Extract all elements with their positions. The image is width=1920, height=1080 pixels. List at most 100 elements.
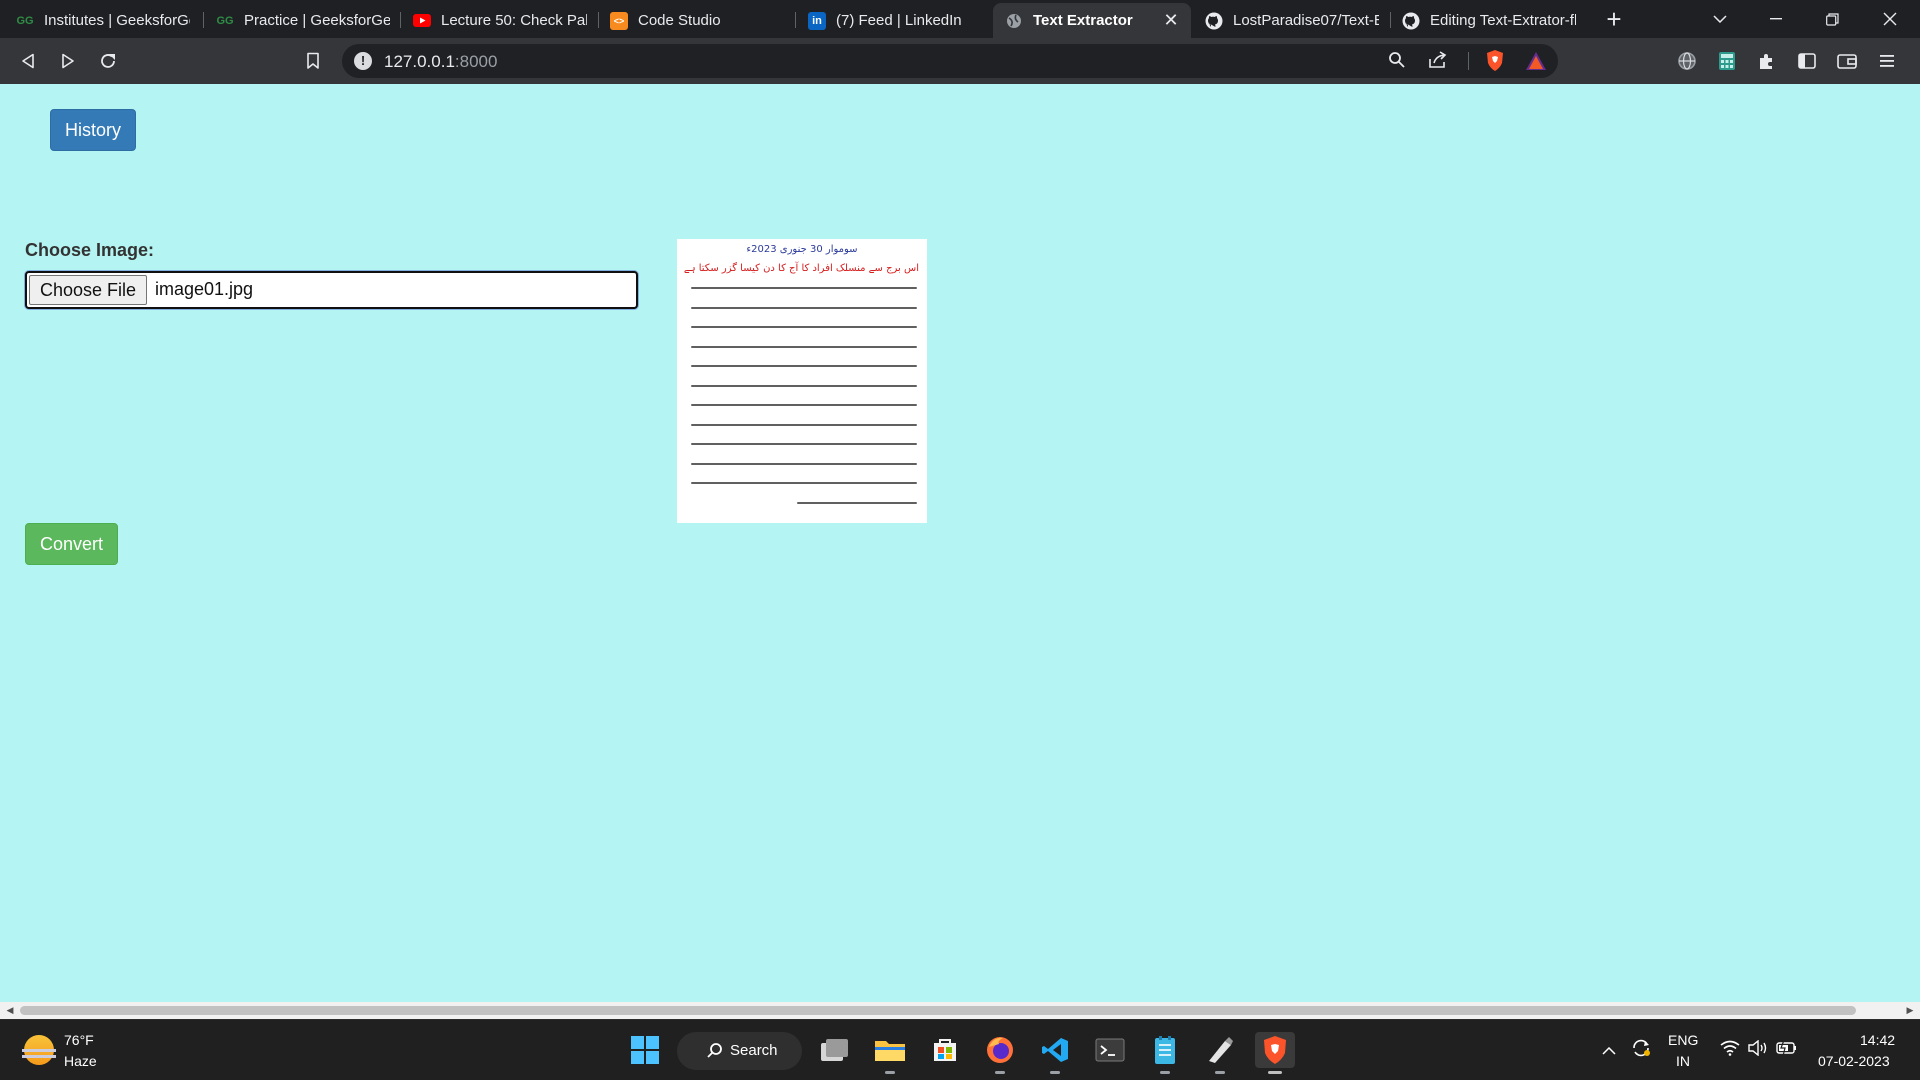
- extensions-puzzle-icon[interactable]: [1753, 47, 1781, 75]
- tab-title: Lecture 50: Check Palin: [441, 12, 587, 29]
- tab-github-editing[interactable]: Editing Text-Extrator-fl: [1390, 3, 1586, 38]
- close-tab-icon[interactable]: ✕: [1161, 10, 1181, 31]
- tab-lecture-50-youtube[interactable]: Lecture 50: Check Palin: [401, 3, 597, 38]
- preview-text-line: [691, 404, 917, 406]
- history-button[interactable]: History: [50, 109, 136, 151]
- snipping-tool-icon[interactable]: [1202, 1032, 1238, 1074]
- tab-practice-geeksforgeeks[interactable]: GG Practice | GeeksforGee: [204, 3, 400, 38]
- preview-text-line: [691, 443, 917, 445]
- terminal-icon[interactable]: [1092, 1032, 1128, 1068]
- running-indicator: [1268, 1071, 1282, 1074]
- preview-headline: اس برج سے منسلک افراد کا آج کا دن کیسا گ…: [683, 263, 919, 274]
- share-icon[interactable]: [1428, 51, 1448, 74]
- start-windows-icon[interactable]: [627, 1032, 663, 1068]
- zoom-search-icon[interactable]: [1388, 51, 1406, 74]
- brave-browser-icon[interactable]: [1255, 1032, 1295, 1074]
- url-host: 127.0.0.1: [384, 52, 455, 71]
- preview-date-line: سوموار 30 جنوری 2023ء: [746, 244, 858, 255]
- file-explorer-icon[interactable]: [872, 1032, 908, 1074]
- weather-temperature: 76°F: [64, 1032, 94, 1048]
- language-indicator-bottom[interactable]: IN: [1676, 1053, 1690, 1069]
- convert-button[interactable]: Convert: [25, 523, 118, 565]
- running-indicator: [995, 1071, 1005, 1074]
- tab-linkedin-feed[interactable]: in (7) Feed | LinkedIn: [796, 3, 992, 38]
- vscode-icon[interactable]: [1037, 1032, 1073, 1074]
- tab-code-studio[interactable]: <> Code Studio: [598, 3, 794, 38]
- running-indicator: [1215, 1071, 1225, 1074]
- windows-taskbar: 76°F Haze Search ENG IN 14:42 07-02-2023: [0, 1019, 1920, 1080]
- tab-institutes-geeksforgeeks[interactable]: GG Institutes | GeeksforGe: [4, 3, 200, 38]
- menu-icon[interactable]: [1873, 47, 1901, 75]
- preview-text-line: [691, 306, 917, 309]
- brave-shields-icon[interactable]: [1485, 49, 1505, 77]
- wifi-icon[interactable]: [1720, 1040, 1740, 1061]
- running-indicator: [885, 1071, 895, 1074]
- selected-file-name: image01.jpg: [155, 279, 254, 299]
- sidebar-toggle-icon[interactable]: [1793, 47, 1821, 75]
- brave-rewards-icon[interactable]: [1525, 51, 1547, 76]
- tab-text-extractor[interactable]: Text Extractor ✕: [993, 3, 1191, 38]
- reload-icon[interactable]: [94, 47, 122, 75]
- tab-title: Text Extractor: [1033, 12, 1133, 29]
- github-icon: [1205, 12, 1223, 30]
- search-label: Search: [730, 1042, 778, 1059]
- browser-toolbar: ! 127.0.0.1:8000: [0, 38, 1920, 84]
- geeksforgeeks-icon: GG: [216, 14, 234, 27]
- vpn-globe-icon[interactable]: [1673, 47, 1701, 75]
- tab-title: Code Studio: [638, 12, 721, 29]
- github-icon: [1402, 12, 1420, 30]
- file-input[interactable]: Choose File image01.jpg: [25, 271, 638, 309]
- task-view-icon[interactable]: [817, 1032, 853, 1068]
- notepad-icon[interactable]: [1147, 1032, 1183, 1074]
- tab-title: Editing Text-Extrator-fl: [1430, 12, 1576, 29]
- language-indicator-top[interactable]: ENG: [1668, 1032, 1698, 1048]
- wallet-icon[interactable]: [1833, 47, 1861, 75]
- site-info-icon[interactable]: !: [354, 52, 372, 70]
- tab-title: LostParadise07/Text-Ex: [1233, 12, 1379, 29]
- show-hidden-icons-chevron-icon[interactable]: [1602, 1042, 1616, 1060]
- running-indicator: [1160, 1071, 1170, 1074]
- scrollbar-thumb[interactable]: [20, 1006, 1856, 1015]
- scroll-right-arrow-icon[interactable]: ▶: [1904, 1004, 1916, 1016]
- choose-file-button[interactable]: Choose File: [29, 275, 147, 305]
- weather-haze-icon[interactable]: [22, 1035, 56, 1065]
- url-text: 127.0.0.1:8000: [384, 52, 497, 72]
- running-indicator: [1050, 1071, 1060, 1074]
- restore-window-icon[interactable]: [1804, 0, 1860, 38]
- tab-search-chevron-icon[interactable]: [1692, 0, 1748, 38]
- scroll-left-arrow-icon[interactable]: ◀: [4, 1004, 16, 1016]
- url-port: :8000: [454, 52, 498, 71]
- codestudio-icon: <>: [610, 11, 628, 30]
- preview-text-line: [691, 482, 917, 484]
- address-bar[interactable]: ! 127.0.0.1:8000: [342, 44, 1558, 78]
- horizontal-scrollbar[interactable]: ◀ ▶: [0, 1002, 1920, 1019]
- preview-text-line: [691, 384, 917, 387]
- minimize-window-icon[interactable]: [1748, 0, 1804, 38]
- clock-date[interactable]: 07-02-2023: [1818, 1053, 1890, 1069]
- taskbar-search-box[interactable]: Search: [677, 1032, 802, 1070]
- choose-image-label: Choose Image:: [25, 240, 155, 260]
- sync-icon[interactable]: [1630, 1038, 1652, 1063]
- preview-text-line: [691, 326, 917, 328]
- bookmark-icon[interactable]: [299, 47, 327, 75]
- calculator-extension-icon[interactable]: [1713, 47, 1741, 75]
- close-window-icon[interactable]: [1862, 0, 1918, 38]
- preview-text-line: [797, 501, 917, 504]
- new-tab-plus-icon[interactable]: +: [1600, 6, 1628, 34]
- microsoft-store-icon[interactable]: [927, 1032, 963, 1068]
- back-icon[interactable]: [14, 47, 42, 75]
- firefox-icon[interactable]: [982, 1032, 1018, 1074]
- clock-time[interactable]: 14:42: [1860, 1032, 1895, 1048]
- battery-charging-icon[interactable]: [1776, 1039, 1798, 1061]
- omnibox-divider: [1468, 52, 1469, 70]
- geeksforgeeks-icon: GG: [16, 14, 34, 27]
- page-content: History Choose Image: Choose File image0…: [0, 84, 1920, 1002]
- preview-text-line: [691, 423, 917, 426]
- volume-icon[interactable]: [1748, 1039, 1768, 1061]
- tab-title: Practice | GeeksforGee: [244, 12, 390, 29]
- tab-github-text-extractor[interactable]: LostParadise07/Text-Ex: [1193, 3, 1389, 38]
- forward-icon[interactable]: [54, 47, 82, 75]
- preview-text-line: [691, 345, 917, 348]
- search-icon: [706, 1042, 724, 1064]
- tab-title: (7) Feed | LinkedIn: [836, 12, 962, 29]
